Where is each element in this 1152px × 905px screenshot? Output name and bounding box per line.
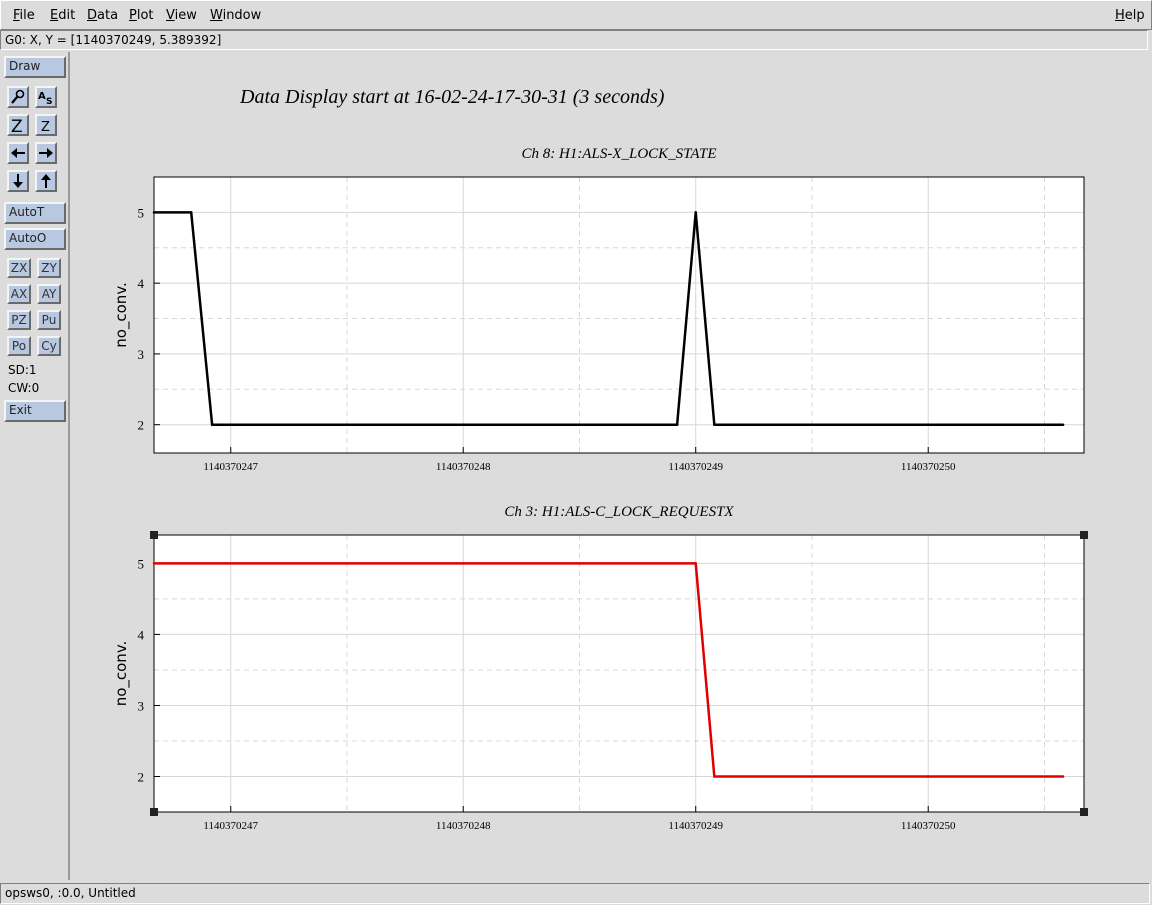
right-edge	[1146, 52, 1152, 880]
menu-window[interactable]: Window	[210, 8, 261, 23]
text-tool-button[interactable]: AS	[35, 86, 57, 108]
pz-button[interactable]: PZ	[7, 310, 31, 330]
status-bar: opsws0, :0.0, Untitled	[0, 883, 1150, 904]
menu-plot[interactable]: Plot	[129, 8, 154, 23]
menu-edit[interactable]: Edit	[50, 8, 75, 23]
zoom-in-z-icon: Z	[11, 117, 23, 133]
svg-text:S: S	[46, 97, 52, 105]
arrow-up-icon	[41, 174, 51, 188]
coordinate-readout: G0: X, Y = [1140370249, 5.389392]	[5, 33, 222, 47]
pan-down-button[interactable]	[7, 170, 29, 192]
zx-button[interactable]: ZX	[7, 258, 31, 278]
ax-button[interactable]: AX	[7, 284, 31, 304]
arrow-down-icon	[13, 174, 23, 188]
text-tool-icon: AS	[38, 91, 52, 105]
menu-help[interactable]: Help	[1115, 8, 1145, 23]
zoom-z-large-button[interactable]: Z	[7, 114, 29, 136]
auto-t-button[interactable]: AutoT	[4, 202, 66, 224]
auto-o-button[interactable]: AutoO	[4, 228, 66, 250]
zoom-icon	[11, 89, 25, 104]
status-text: opsws0, :0.0, Untitled	[5, 886, 136, 900]
exit-button[interactable]: Exit	[4, 400, 66, 422]
cy-button[interactable]: Cy	[37, 336, 61, 356]
zoom-z-small-button[interactable]: Z	[35, 114, 57, 136]
sd-label: SD:1	[8, 363, 37, 377]
tool-sidebar: Draw AS Z Z AutoT AutoO ZX ZY AX AY PZ P…	[0, 52, 70, 880]
coordinate-readout-bar: G0: X, Y = [1140370249, 5.389392]	[0, 30, 1148, 50]
menu-bar: File Edit Data Plot View Window Help	[0, 0, 1152, 30]
ay-button[interactable]: AY	[37, 284, 61, 304]
arrow-left-icon	[11, 148, 25, 158]
svg-text:Z: Z	[41, 120, 50, 133]
svg-text:Z: Z	[11, 117, 23, 133]
pu-button[interactable]: Pu	[37, 310, 61, 330]
cw-label: CW:0	[8, 381, 40, 395]
po-button[interactable]: Po	[7, 336, 31, 356]
menu-view[interactable]: View	[166, 8, 197, 23]
pan-up-button[interactable]	[35, 170, 57, 192]
zy-button[interactable]: ZY	[37, 258, 61, 278]
pan-right-button[interactable]	[35, 142, 57, 164]
plot-canvas-area	[74, 55, 1128, 868]
pan-left-button[interactable]	[7, 142, 29, 164]
menu-file[interactable]: File	[13, 8, 35, 23]
menu-data[interactable]: Data	[87, 8, 118, 23]
zoom-tool-button[interactable]	[7, 86, 29, 108]
draw-button[interactable]: Draw	[4, 56, 66, 78]
svg-text:A: A	[38, 91, 46, 102]
arrow-right-icon	[39, 148, 53, 158]
zoom-out-z-icon: Z	[41, 120, 50, 133]
